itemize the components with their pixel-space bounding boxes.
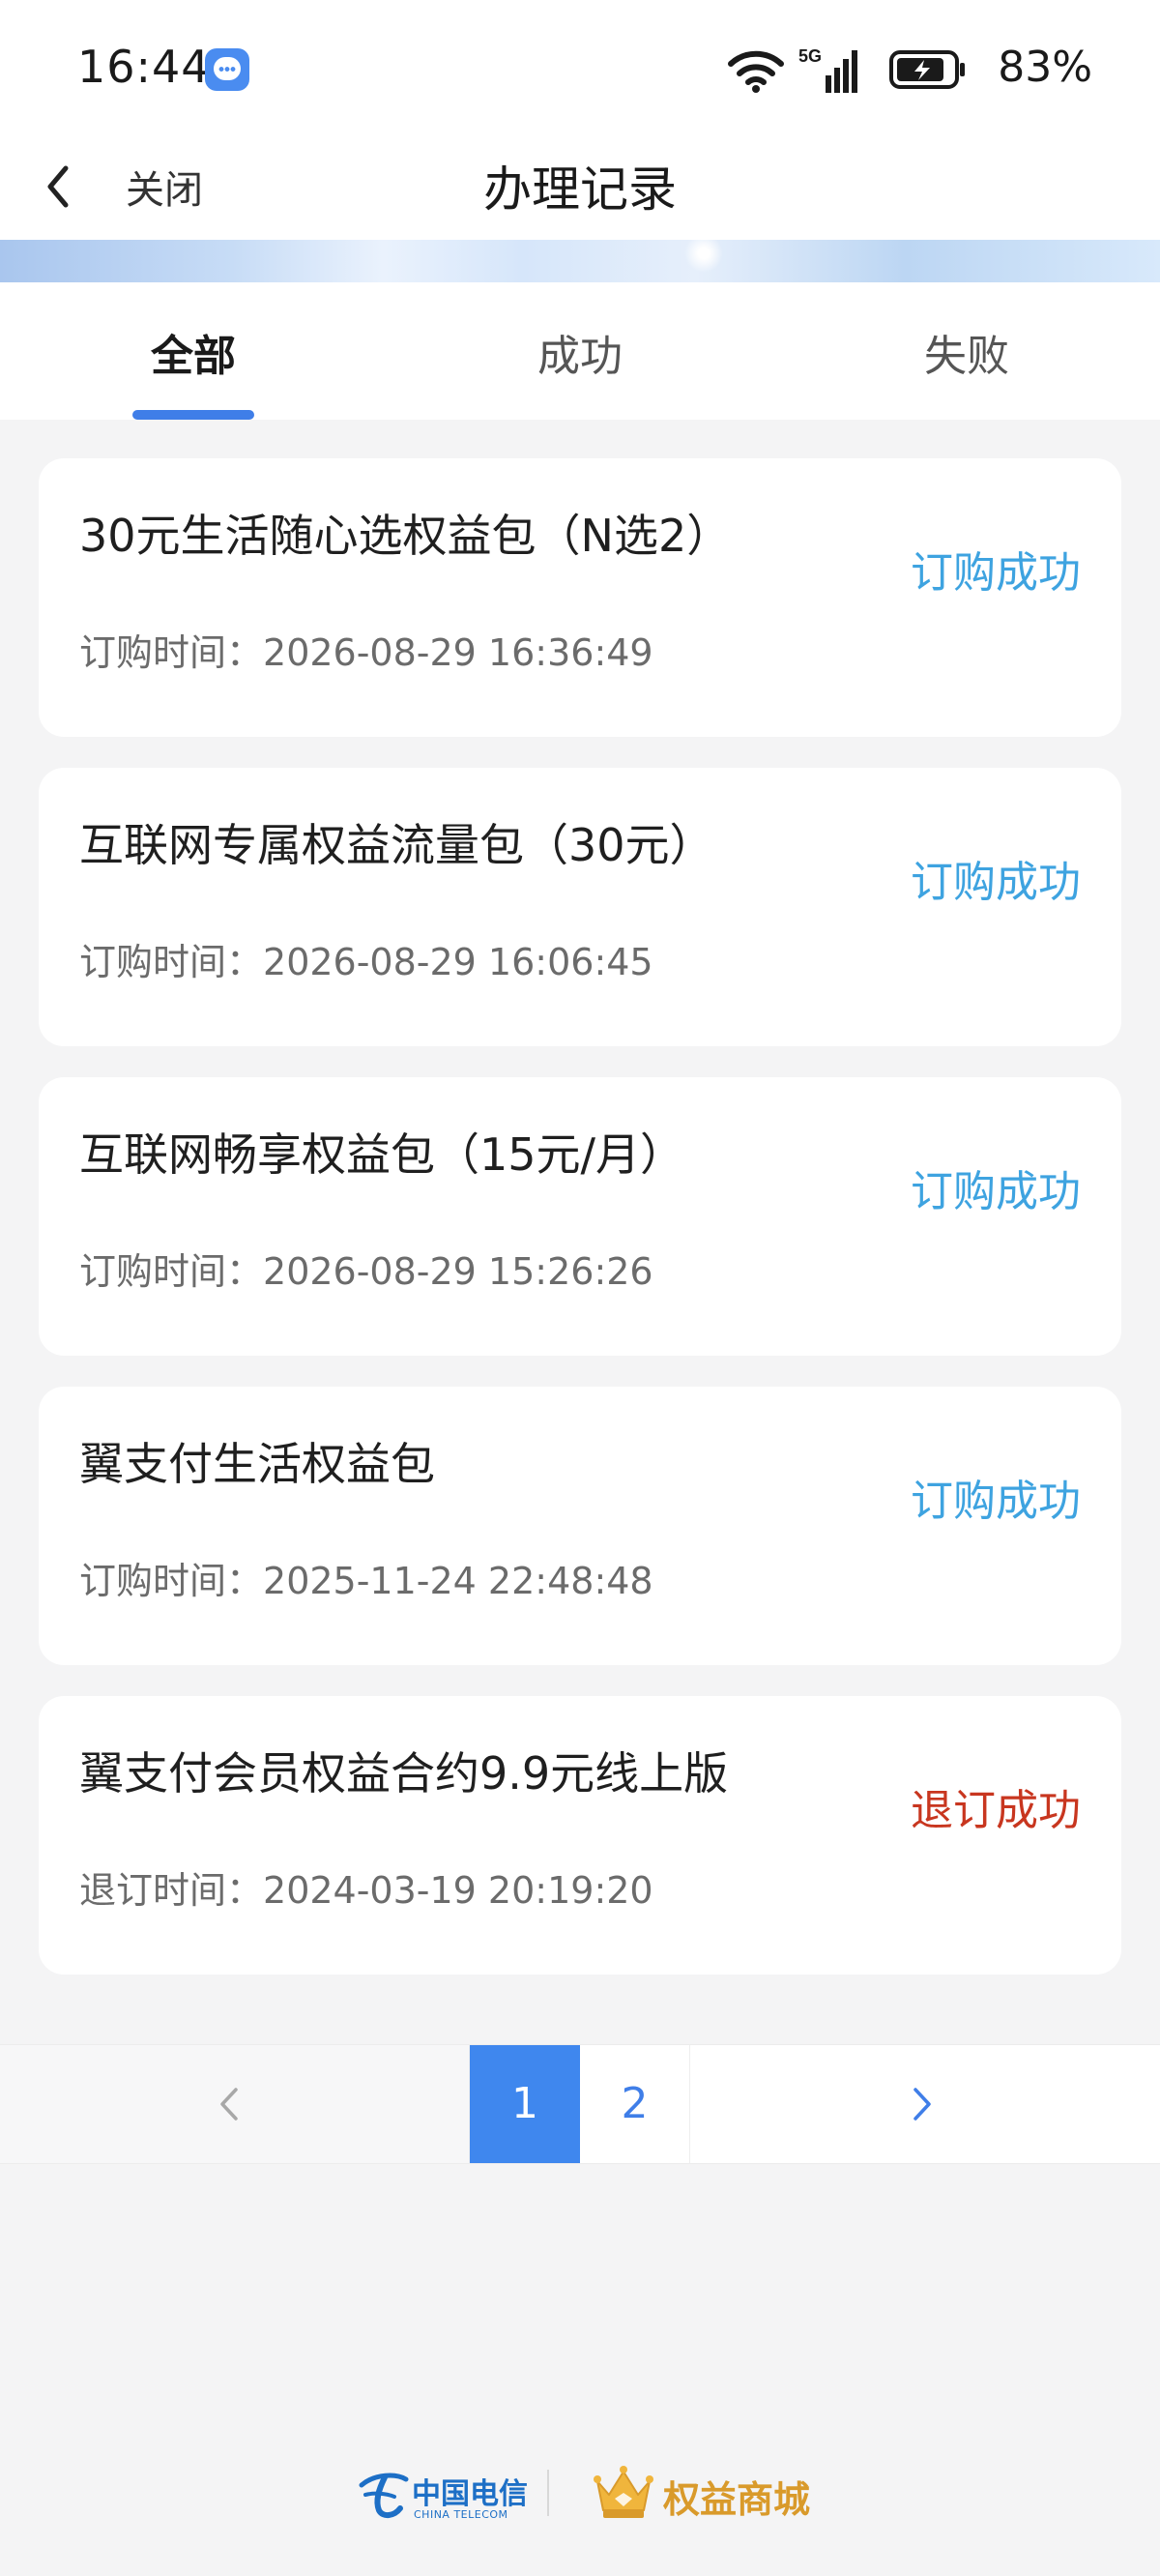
record-status: 订购成功	[911, 858, 1081, 907]
chevron-right-icon	[914, 2088, 931, 2121]
pagination: 1 2	[0, 2044, 1160, 2164]
crown-icon	[594, 2466, 653, 2518]
footer-divider	[547, 2470, 549, 2516]
record-time: 订购时间：2026-08-29 15:26:26	[79, 1242, 653, 1295]
record-status: 订购成功	[911, 548, 1081, 598]
china-telecom-logo-text: 中国电信	[412, 2477, 528, 2511]
record-title: 互联网专属权益流量包（30元）	[79, 819, 714, 871]
footer-brand: 中国电信 CHINA TELECOM 权益商城	[0, 2456, 1160, 2543]
record-time-value: 2025-11-24 22:48:48	[263, 1560, 653, 1602]
record-time: 订购时间：2026-08-29 16:36:49	[79, 623, 653, 676]
tab-failed[interactable]: 失败	[822, 321, 1112, 383]
record-title: 互联网畅享权益包（15元/月）	[79, 1128, 685, 1181]
page-number-2[interactable]: 2	[580, 2045, 690, 2163]
rights-mall-label: 权益商城	[663, 2478, 811, 2521]
record-status: 退订成功	[911, 1786, 1081, 1835]
record-time: 订购时间：2025-11-24 22:48:48	[79, 1551, 653, 1604]
record-card[interactable]: 互联网畅享权益包（15元/月） 订购时间：2026-08-29 15:26:26…	[39, 1077, 1121, 1356]
active-tab-indicator	[132, 410, 254, 420]
record-time-value: 2026-08-29 16:06:45	[263, 941, 653, 983]
record-time: 退订时间：2024-03-19 20:19:20	[79, 1860, 653, 1914]
page-title: 办理记录	[483, 161, 677, 218]
record-time-value: 2026-08-29 16:36:49	[263, 631, 653, 674]
record-time-value: 2024-03-19 20:19:20	[263, 1869, 653, 1912]
record-time-label: 订购时间：	[79, 1250, 264, 1293]
record-time-label: 订购时间：	[79, 1560, 264, 1602]
record-card[interactable]: 30元生活随心选权益包（N选2） 订购时间：2026-08-29 16:36:4…	[39, 458, 1121, 737]
record-time-label: 退订时间：	[79, 1869, 264, 1912]
record-card[interactable]: 翼支付生活权益包 订购时间：2025-11-24 22:48:48 订购成功	[39, 1387, 1121, 1665]
china-telecom-logo-icon	[359, 2473, 409, 2518]
wifi-icon	[728, 50, 784, 93]
previous-page-button[interactable]	[0, 2045, 470, 2163]
status-time: 16:44	[77, 41, 211, 93]
next-page-button[interactable]	[691, 2045, 1160, 2163]
record-time: 订购时间：2026-08-29 16:06:45	[79, 932, 653, 985]
svg-text:5G: 5G	[798, 46, 822, 66]
chevron-left-icon	[220, 2088, 238, 2121]
system-icons: 5G 83%	[551, 43, 1092, 97]
record-card[interactable]: 互联网专属权益流量包（30元） 订购时间：2026-08-29 16:06:45…	[39, 768, 1121, 1046]
battery-percentage: 83%	[998, 43, 1092, 92]
china-telecom-logo-subtext: CHINA TELECOM	[414, 2508, 508, 2521]
record-card[interactable]: 翼支付会员权益合约9.9元线上版 退订时间：2024-03-19 20:19:2…	[39, 1696, 1121, 1975]
navigation-bar: 关闭 办理记录	[0, 137, 1160, 240]
message-notification-icon	[205, 48, 249, 91]
record-list: 30元生活随心选权益包（N选2） 订购时间：2026-08-29 16:36:4…	[39, 458, 1121, 2005]
cellular-signal-icon: 5G	[798, 46, 857, 93]
banner-glow	[684, 234, 723, 273]
page-number-1[interactable]: 1	[470, 2045, 580, 2163]
record-time-value: 2026-08-29 15:26:26	[263, 1250, 653, 1293]
record-title: 翼支付生活权益包	[79, 1438, 435, 1490]
status-bar: 16:44 5G 83%	[0, 0, 1160, 137]
header-banner-strip	[0, 234, 1160, 282]
record-time-label: 订购时间：	[79, 631, 264, 674]
record-title: 翼支付会员权益合约9.9元线上版	[79, 1747, 729, 1800]
record-status: 订购成功	[911, 1167, 1081, 1216]
record-time-label: 订购时间：	[79, 941, 264, 983]
record-status: 订购成功	[911, 1477, 1081, 1526]
battery-charging-icon	[889, 50, 965, 89]
filter-tabs: 全部 成功 失败	[0, 282, 1160, 420]
record-title: 30元生活随心选权益包（N选2）	[79, 510, 732, 562]
tab-all[interactable]: 全部	[48, 321, 338, 383]
tab-success[interactable]: 成功	[435, 321, 725, 383]
